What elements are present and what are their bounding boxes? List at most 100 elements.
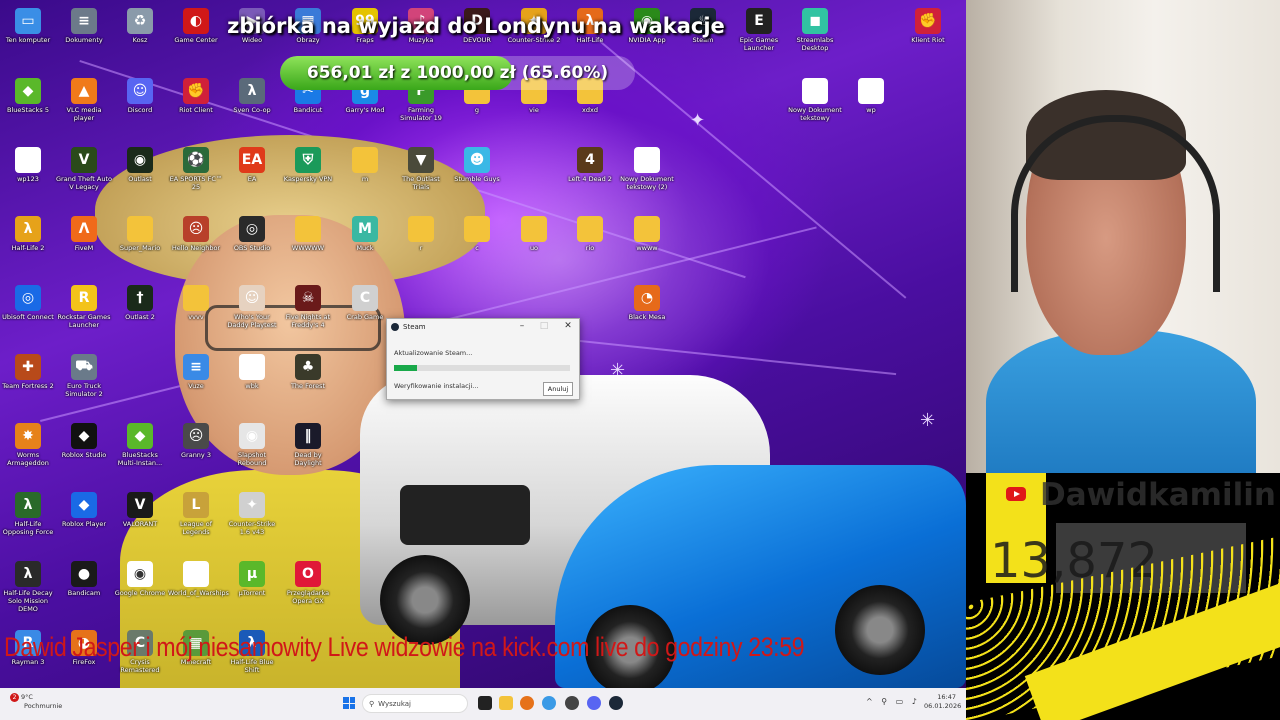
muck-icon: M xyxy=(352,216,378,242)
desktop-icon[interactable]: ≡ Vuze xyxy=(168,354,224,390)
desktop-icon[interactable]: ‖ Dead by Daylight xyxy=(280,423,336,467)
desktop-icon-label: wbk xyxy=(245,382,259,390)
desktop-icon[interactable]: rio xyxy=(562,216,618,252)
desktop-icon[interactable]: 4 Left 4 Dead 2 xyxy=(562,147,618,183)
desktop-icon[interactable]: WWWWW xyxy=(280,216,336,252)
obs-icon[interactable] xyxy=(565,696,579,710)
youtube-icon xyxy=(1006,487,1026,501)
desktop-icon[interactable]: wwww xyxy=(619,216,675,252)
desktop-icon[interactable]: V Grand Theft Auto V Legacy xyxy=(56,147,112,191)
desktop-icon[interactable]: ◐ Game Center xyxy=(168,8,224,44)
taskbar-search[interactable]: ⚲ Wyszukaj xyxy=(362,694,468,713)
desktop-icon[interactable]: c xyxy=(449,216,505,252)
discord-icon[interactable] xyxy=(587,696,601,710)
desktop-icon[interactable]: ◉ Slapshot Rebound xyxy=(224,423,280,467)
desktop-icon[interactable]: ✊ Riot Client xyxy=(168,78,224,114)
file-explorer-icon[interactable] xyxy=(499,696,513,710)
folder-icon xyxy=(408,216,434,242)
desktop-icon[interactable]: ◆ Roblox Studio xyxy=(56,423,112,459)
desktop-icon[interactable]: ✚ Team Fortress 2 xyxy=(0,354,56,390)
minimize-button[interactable]: – xyxy=(515,321,529,331)
desktop-icon[interactable]: µ µTorrent xyxy=(224,561,280,597)
desktop-icon[interactable]: ⛨ Kaspersky VPN xyxy=(280,147,336,183)
whos-your-daddy-icon: ☺ xyxy=(239,285,265,311)
donation-goal-text: 656,01 zł z 1000,00 zł (65.60%) xyxy=(306,63,609,83)
taskview-icon[interactable] xyxy=(478,696,492,710)
desktop-icon[interactable]: λ Half-Life Opposing Force xyxy=(0,492,56,536)
desktop-icon[interactable]: ◆ BlueStacks Multi-Instan... xyxy=(112,423,168,467)
desktop-icon[interactable]: ♻ Kosz xyxy=(112,8,168,44)
desktop-icon[interactable]: ⛟ Euro Truck Simulator 2 xyxy=(56,354,112,398)
desktop-icon[interactable]: ⚽ EA SPORTS FC™ 25 xyxy=(168,147,224,191)
desktop-icon[interactable]: Nowy Dokument tekstowy (2) xyxy=(619,147,675,191)
desktop-icon[interactable]: λ Sven Co-op xyxy=(224,78,280,114)
desktop-icon[interactable]: World_of_Warships xyxy=(168,561,229,597)
desktop-icon[interactable]: vvvv xyxy=(168,285,224,321)
desktop-icon[interactable]: ☠ Five Nights at Freddy's 4 xyxy=(280,285,336,329)
desktop-icon-label: Sven Co-op xyxy=(233,106,271,114)
desktop-icon[interactable]: ◉ Outlast xyxy=(112,147,168,183)
desktop-icon[interactable]: V VALORANT xyxy=(112,492,168,528)
desktop-icon[interactable]: ◔ Black Mesa xyxy=(619,285,675,321)
desktop-icon[interactable]: M Muck xyxy=(337,216,393,252)
desktop-icon[interactable]: wp xyxy=(843,78,899,114)
desktop-icon[interactable]: L League of Legends xyxy=(168,492,224,536)
desktop-icon[interactable]: m xyxy=(337,147,393,183)
desktop-icon[interactable]: R Rockstar Games Launcher xyxy=(56,285,112,329)
desktop-icon[interactable]: ◎ Ubisoft Connect xyxy=(0,285,56,321)
text-file-icon xyxy=(858,78,884,104)
desktop-icon[interactable]: ☺ Discord xyxy=(112,78,168,114)
firefox-icon[interactable] xyxy=(520,696,534,710)
desktop-icon[interactable]: ◆ Roblox Player xyxy=(56,492,112,528)
desktop-icon[interactable]: EA EA xyxy=(224,147,280,183)
desktop-icon[interactable]: Super_Mario xyxy=(112,216,168,252)
desktop-icon[interactable]: ☹ Hello Neighbor xyxy=(168,216,224,252)
desktop-icon[interactable]: λ Half-Life Decay Solo Mission DEMO xyxy=(0,561,56,613)
desktop-icon-label: Kosz xyxy=(132,36,148,44)
lol-icon: L xyxy=(183,492,209,518)
desktop-icon[interactable]: ◎ OBS Studio xyxy=(224,216,280,252)
maximize-button[interactable]: □ xyxy=(537,321,551,331)
desktop-icon[interactable]: r xyxy=(393,216,449,252)
vlc-icon: ▲ xyxy=(71,78,97,104)
desktop-icon[interactable]: ▼ The Outlast Trials xyxy=(393,147,449,191)
start-button[interactable] xyxy=(343,697,355,709)
close-button[interactable]: ✕ xyxy=(561,321,575,331)
desktop-icon[interactable]: ♣ The Forest xyxy=(280,354,336,390)
desktop-icon[interactable]: ▭ Ten komputer xyxy=(0,8,56,44)
chrome-icon[interactable] xyxy=(542,696,556,710)
desktop-icon[interactable]: uo xyxy=(506,216,562,252)
channel-name: Dawidkamilin xyxy=(1040,477,1276,513)
desktop-icon[interactable]: Λ FiveM xyxy=(56,216,112,252)
fnaf4-icon: ☠ xyxy=(295,285,321,311)
desktop-icon[interactable]: E Epic Games Launcher xyxy=(731,8,787,52)
obs-icon: ◎ xyxy=(239,216,265,242)
desktop-icon[interactable]: ◼ Streamlabs Desktop xyxy=(787,8,843,52)
steam-icon[interactable] xyxy=(609,696,623,710)
desktop-icon[interactable]: ✊ Klient Riot xyxy=(900,8,956,44)
system-tray[interactable]: ^ ⚲ ▭ ♪ xyxy=(866,697,920,706)
desktop-icon[interactable]: † Outlast 2 xyxy=(112,285,168,321)
desktop-icon[interactable]: O Przeglądarka Opera GX xyxy=(280,561,336,605)
desktop-icon[interactable]: wp123 xyxy=(0,147,56,183)
desktop-icon[interactable]: ▲ VLC media player xyxy=(56,78,112,122)
desktop-icon[interactable]: ● Bandicam xyxy=(56,561,112,597)
desktop-icon[interactable]: Nowy Dokument tekstowy xyxy=(787,78,843,122)
desktop-icon[interactable]: ≡ Dokumenty xyxy=(56,8,112,44)
desktop-icon[interactable]: ✦ Counter-Strike 1.6 v43 xyxy=(224,492,280,536)
desktop-icon[interactable]: C Crab Game xyxy=(337,285,393,321)
cancel-button[interactable]: Anuluj xyxy=(543,382,573,396)
desktop-icon[interactable]: ◆ BlueStacks 5 xyxy=(0,78,56,114)
desktop-icon[interactable]: λ Half-Life 2 xyxy=(0,216,56,252)
desktop-icon[interactable]: ✸ Worms Armageddon xyxy=(0,423,56,467)
desktop-icon-label: Muck xyxy=(356,244,374,252)
weather-widget[interactable]: 2 9°C Pochmurnie xyxy=(10,693,62,711)
desktop-icon[interactable]: ☹ Granny 3 xyxy=(168,423,224,459)
desktop-icon[interactable]: ☻ Stumble Guys xyxy=(449,147,505,183)
desktop-icon[interactable]: ☺ Who's Your Daddy Playtest xyxy=(224,285,280,329)
utorrent-icon: µ xyxy=(239,561,265,587)
taskbar-clock[interactable]: 16:47 06.01.2026 xyxy=(924,693,961,711)
desktop-icon[interactable]: ◉ Google Chrome xyxy=(112,561,168,597)
desktop-icon[interactable]: wbk xyxy=(224,354,280,390)
desktop-icon-label: Bandicam xyxy=(67,589,101,597)
